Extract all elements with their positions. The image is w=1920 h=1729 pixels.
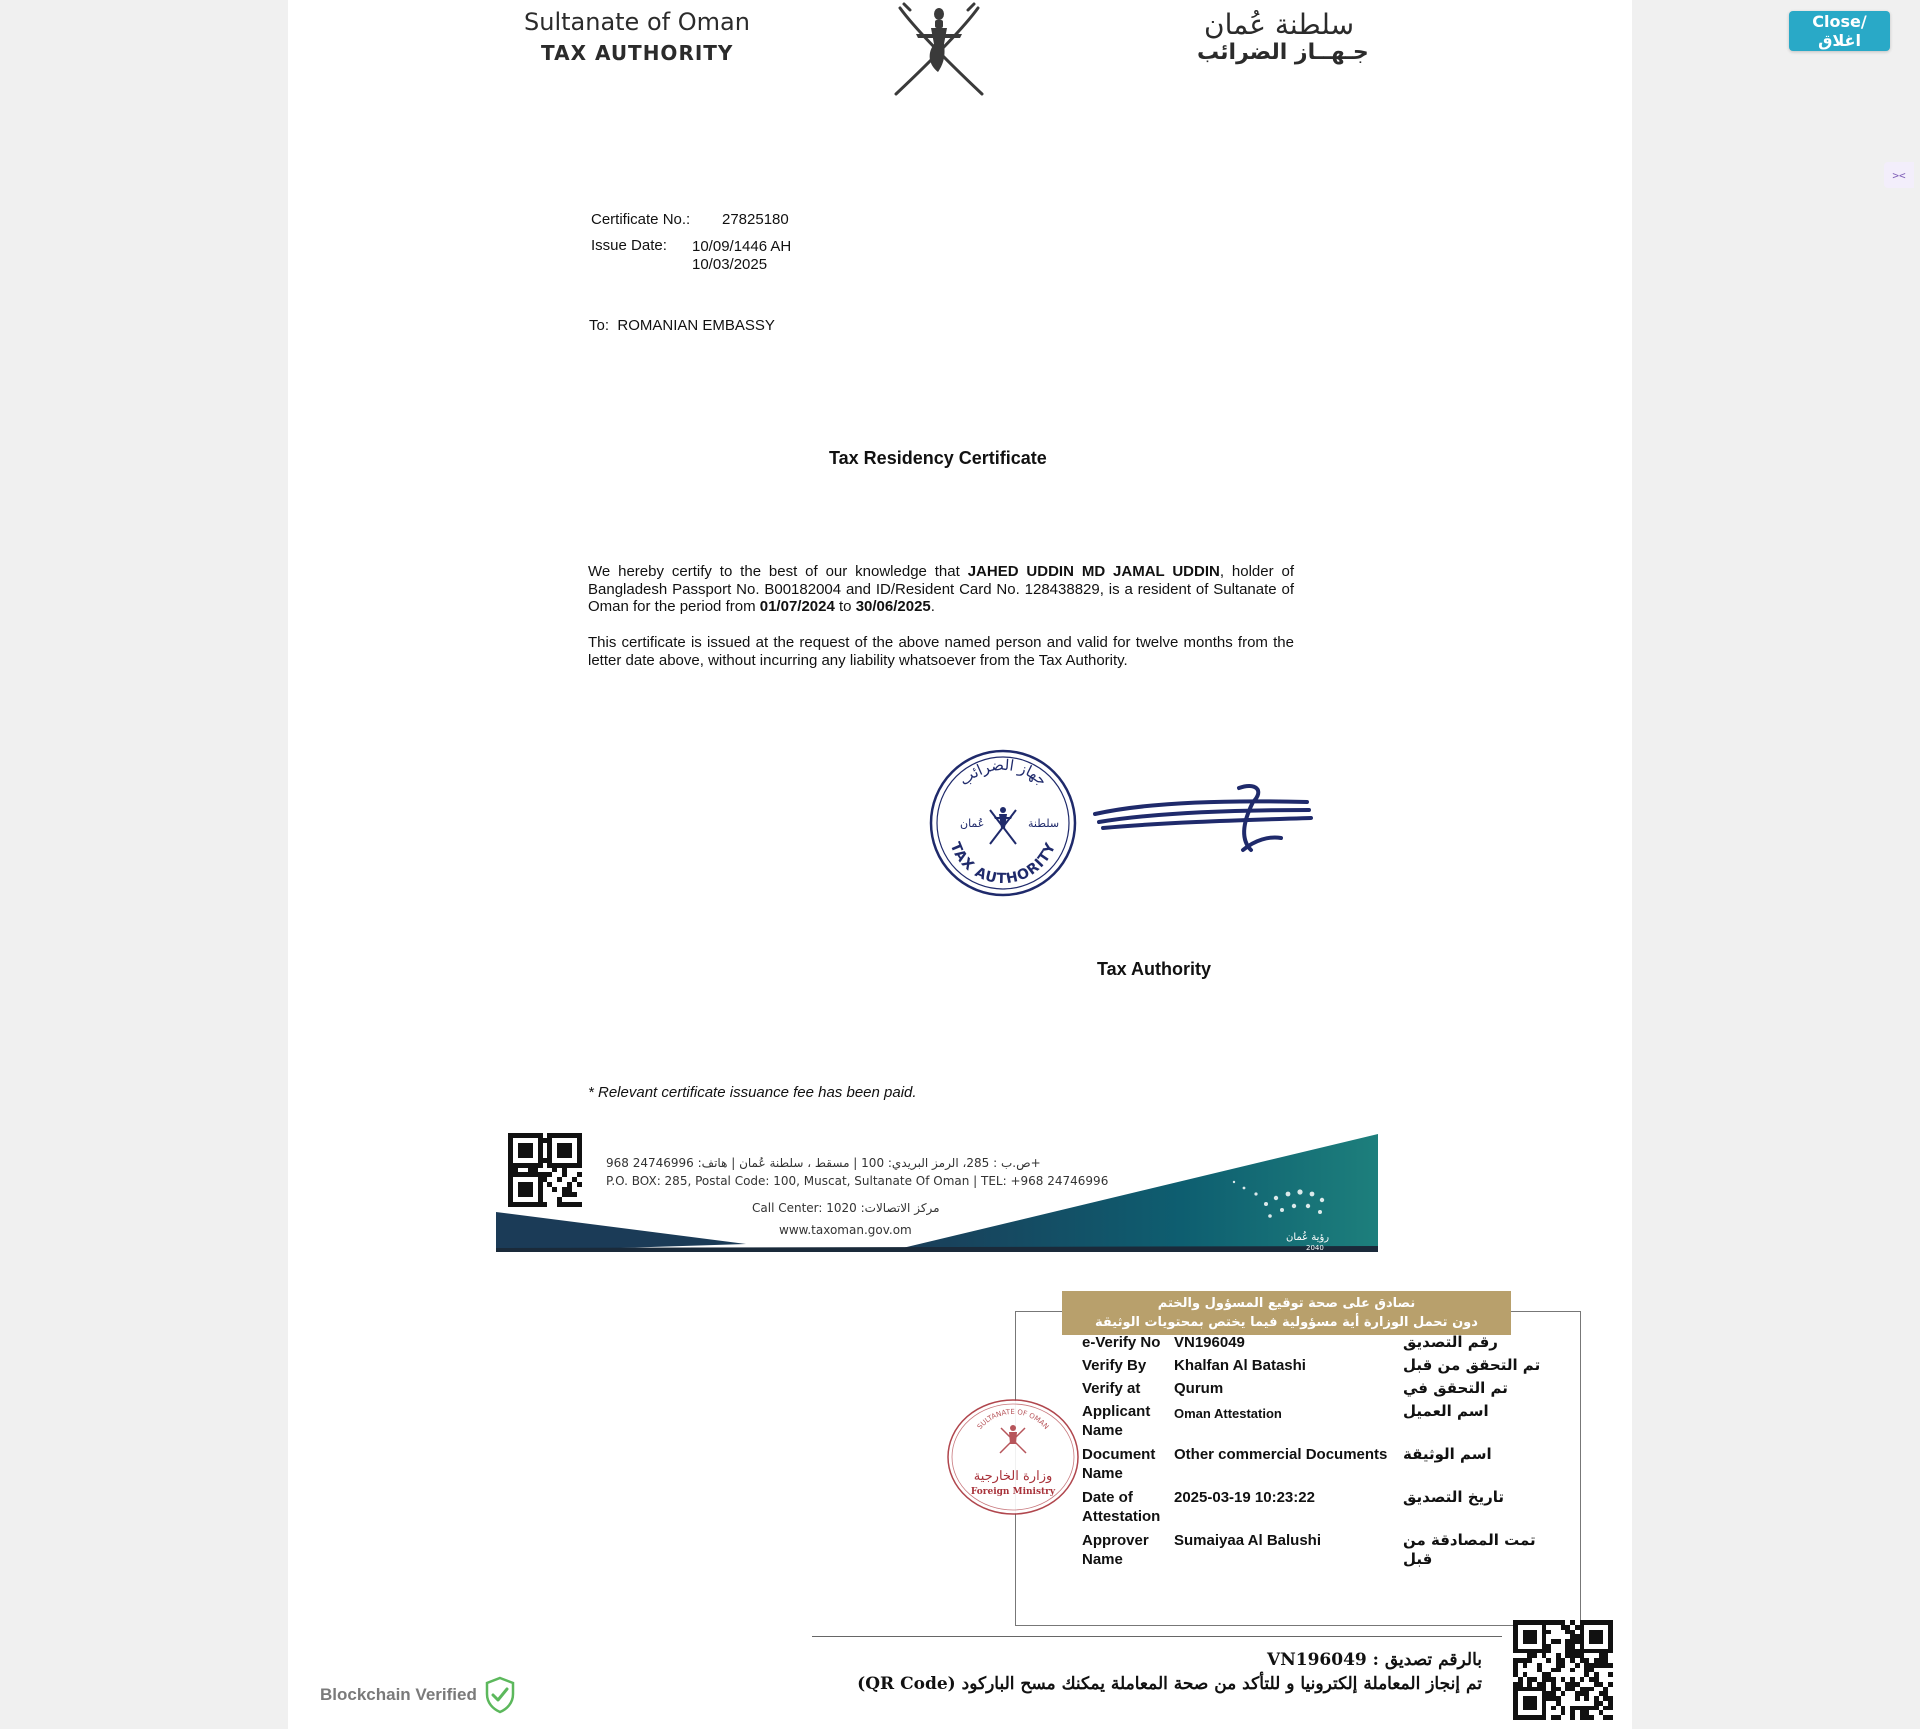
issue-date-gregorian: 10/03/2025 <box>692 256 768 273</box>
row-value-verify-at: Qurum <box>1174 1380 1224 1397</box>
expand-icon[interactable]: >< <box>1884 162 1914 188</box>
divider-line <box>812 1636 1502 1637</box>
footer-website: www.taxoman.gov.om <box>779 1223 912 1237</box>
stamp-right-text: سلطنة <box>1028 817 1059 830</box>
footer-address-ar: ص.ب : 285، الرمز البريدي: 100 | مسقط ، س… <box>606 1156 1041 1170</box>
header-en-line2: TAX AUTHORITY <box>541 41 734 65</box>
tax-authority-qr-code <box>508 1133 582 1207</box>
row-label-approver: Approver Name <box>1082 1532 1149 1568</box>
seal-ar-text: وزارة الخارجية <box>974 1469 1053 1484</box>
blockchain-verified-badge: Blockchain Verified <box>320 1676 515 1714</box>
row-ar-applicant: اسم العميل <box>1403 1402 1489 1420</box>
attestation-qr-code[interactable] <box>1513 1620 1613 1720</box>
stamp-left-text: عُمان <box>960 817 984 830</box>
stamp-bottom-text: TAX AUTHORITY <box>947 840 1059 887</box>
row-label-everify: e-Verify No <box>1082 1334 1161 1351</box>
tax-residency-certificate: Sultanate of Oman TAX AUTHORITY سلطنة عُ… <box>484 0 1398 1276</box>
period-from: 01/07/2024 <box>759 598 835 615</box>
foreign-ministry-seal: SULTANATE OF OMAN وزارة الخارجية Foreign… <box>947 1399 1079 1515</box>
signature-image <box>1093 783 1313 852</box>
row-value-verify-by: Khalfan Al Batashi <box>1174 1357 1306 1374</box>
row-label-document: Document Name <box>1082 1446 1156 1482</box>
certificate-title: Tax Residency Certificate <box>829 448 1047 468</box>
banner-line2: دون تحمل الوزارة أية مسؤولية فيما يختص ب… <box>1095 1315 1478 1330</box>
row-value-approver: Sumaiyaa Al Balushi <box>1174 1532 1321 1549</box>
footer-wave-graphic: رؤية عُمان 2040 <box>496 1134 1378 1252</box>
fee-note: * Relevant certificate issuance fee has … <box>588 1084 917 1101</box>
row-ar-everify: رقم التصديق <box>1403 1333 1498 1351</box>
row-value-document: Other commercial Documents <box>1174 1446 1388 1463</box>
row-ar-verify-at: تم التحقق في <box>1403 1379 1508 1397</box>
certificate-paragraph-1: We hereby certify to the best of our kno… <box>588 563 1294 615</box>
tax-authority-stamp: جهاز الضرائب TAX AUTHORITY عُمان سلطنة <box>929 749 1077 897</box>
row-label-applicant: Applicant Name <box>1082 1403 1151 1439</box>
attestation-note-line: تم إنجاز المعاملة إلكترونيا و للتأكد من … <box>857 1674 1482 1694</box>
header-ar-line2: جـهــاز الضرائب <box>1197 40 1369 65</box>
svg-text:TAX AUTHORITY: TAX AUTHORITY <box>947 840 1060 887</box>
to-value: ROMANIAN EMBASSY <box>617 317 775 334</box>
signatory-label: Tax Authority <box>1097 959 1212 979</box>
header-en-line1: Sultanate of Oman <box>524 8 750 36</box>
row-label-verify-at: Verify at <box>1082 1380 1141 1397</box>
oman-emblem-icon <box>894 2 984 96</box>
footer-call-center: Call Center: 1020 :مركز الاتصالات <box>752 1201 940 1215</box>
certificate-paragraph-2: This certificate is issued at the reques… <box>588 634 1294 669</box>
row-ar-verify-by: تم التحقق من قبل <box>1403 1356 1541 1374</box>
recipient: To: ROMANIAN EMBASSY <box>589 317 775 334</box>
vision-year-text: 2040 <box>1306 1244 1324 1252</box>
seal-en-text: Foreign Ministry <box>971 1487 1056 1497</box>
row-value-applicant: Oman Attestation <box>1174 1406 1282 1421</box>
attestation-banner: نصادق على صحة توقيع المسؤول والختم دون ت… <box>1062 1291 1511 1335</box>
attestation-ref-line: بالرقم تصديق : VN196049 <box>1267 1650 1482 1670</box>
holder-name: JAHED UDDIN MD JAMAL UDDIN <box>967 563 1220 580</box>
issue-date-hijri: 10/09/1446 AH <box>692 238 792 255</box>
issue-date-label: Issue Date: <box>591 237 667 254</box>
certificate-footer: رؤية عُمان 2040 ص.ب : 285، الرمز البريدي… <box>496 1124 1378 1252</box>
period-to: 30/06/2025 <box>855 598 931 615</box>
blockchain-label: Blockchain Verified <box>320 1685 477 1704</box>
close-button[interactable]: Close/اغلاق <box>1789 11 1890 51</box>
row-ar-document: اسم الوثيقة <box>1403 1445 1492 1463</box>
shield-check-icon <box>485 1676 515 1714</box>
row-label-date: Date of Attestation <box>1082 1489 1161 1525</box>
to-label: To: <box>589 317 610 334</box>
header-ar-line1: سلطنة عُمان <box>1204 8 1355 41</box>
certificate-no-label: Certificate No.: <box>591 211 691 228</box>
row-label-verify-by: Verify By <box>1082 1357 1147 1374</box>
row-ar-approver: تمت المصادقة من قبل <box>1403 1531 1536 1568</box>
banner-line1: نصادق على صحة توقيع المسؤول والختم <box>1157 1296 1416 1311</box>
row-value-date: 2025-03-19 10:23:22 <box>1174 1489 1315 1506</box>
row-ar-date: تاريخ التصديق <box>1403 1488 1505 1506</box>
vision-ar-text: رؤية عُمان <box>1286 1231 1329 1243</box>
certificate-no-value: 27825180 <box>722 211 789 228</box>
footer-address-en: P.O. BOX: 285, Postal Code: 100, Muscat,… <box>606 1174 1109 1188</box>
row-value-everify: VN196049 <box>1174 1334 1245 1351</box>
